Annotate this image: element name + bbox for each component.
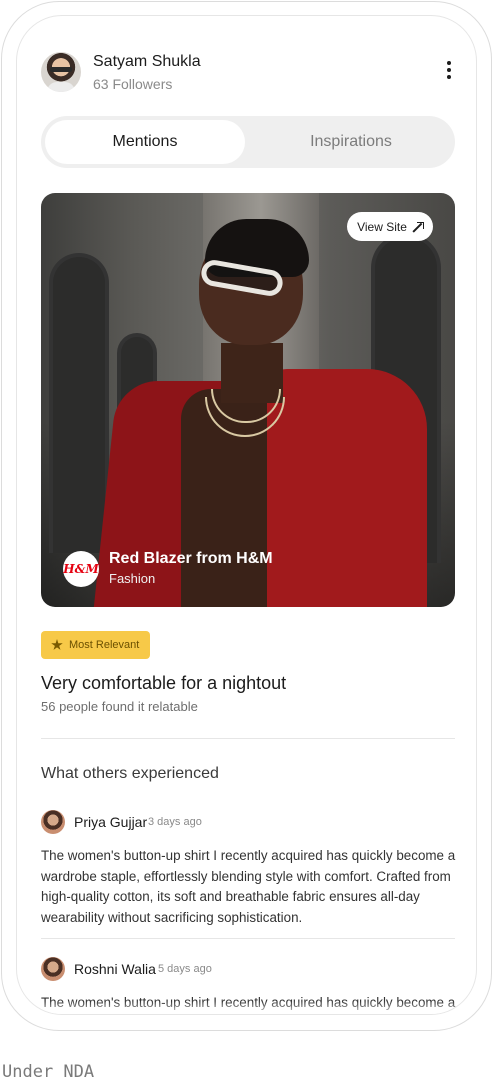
review-headline: Very comfortable for a nightout (41, 673, 287, 693)
profile-header: Satyam Shukla 63 Followers (41, 52, 455, 94)
product-name: Red Blazer from H&M (109, 550, 273, 567)
view-site-button[interactable]: View Site (347, 212, 433, 241)
tab-mentions[interactable]: Mentions (45, 120, 245, 164)
tab-switcher: Mentions Inspirations (41, 116, 455, 168)
view-site-label: View Site (357, 219, 407, 234)
product-category: Fashion (109, 571, 156, 586)
blazer-right (267, 369, 427, 607)
review-time: 3 days ago (148, 816, 202, 828)
arrow-up-right-icon (413, 221, 424, 232)
reviewer-name[interactable]: Priya Gujjar (74, 814, 147, 830)
profile-followers: 63 Followers (93, 76, 173, 92)
avatar[interactable] (41, 52, 81, 92)
relatable-count: 56 people found it relatable (41, 699, 198, 714)
profile-name[interactable]: Satyam Shukla (93, 53, 201, 71)
brand-logo: H&M (63, 551, 99, 587)
badge-label: Most Relevant (69, 639, 140, 651)
review-time: 5 days ago (158, 963, 212, 975)
reviewer-name[interactable]: Roshni Walia (74, 961, 156, 977)
watermark: Under NDA (2, 1062, 95, 1082)
phone-screen: Satyam Shukla 63 Followers Mentions Insp… (16, 15, 477, 1015)
avatar-shirt (47, 82, 75, 92)
most-relevant-badge: Most Relevant (41, 631, 150, 659)
divider (41, 738, 455, 739)
tab-inspirations[interactable]: Inspirations (251, 120, 451, 164)
scroll-fade (41, 1001, 455, 1014)
screen-content: Satyam Shukla 63 Followers Mentions Insp… (41, 16, 456, 1014)
divider (41, 938, 455, 939)
avatar-glasses (50, 67, 72, 72)
more-options-icon[interactable] (443, 61, 455, 83)
section-title: What others experienced (41, 765, 219, 782)
cathedral-arch (49, 253, 109, 553)
review-text: The women's button-up shirt I recently a… (41, 848, 456, 925)
product-card[interactable]: View Site H&M Red Blazer from H&M Fashio… (41, 193, 455, 607)
star-icon (51, 639, 63, 650)
reviewer-avatar[interactable] (41, 810, 65, 834)
reviewer-avatar[interactable] (41, 957, 65, 981)
